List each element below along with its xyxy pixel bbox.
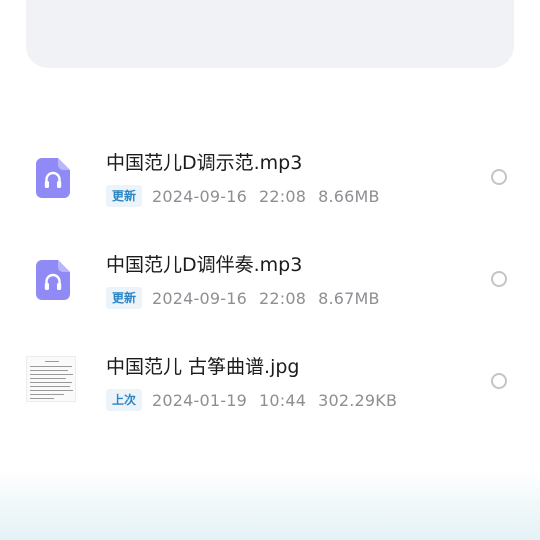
file-meta: 更新 2024-09-16 22:08 8.66MB: [106, 184, 392, 208]
status-badge: 上次: [106, 389, 143, 411]
select-radio[interactable]: [491, 169, 507, 185]
file-size: 8.66MB: [318, 186, 380, 206]
file-row[interactable]: 中国范儿 古筝曲谱.jpg 上次 2024-01-19 10:44 302.29…: [0, 344, 540, 446]
file-time: 22:08: [259, 288, 307, 308]
image-thumbnail: [26, 356, 76, 402]
select-radio[interactable]: [491, 373, 507, 389]
file-name: 中国范儿 古筝曲谱.jpg: [106, 356, 300, 378]
file-date: 2024-01-19: [152, 390, 247, 410]
file-list: 中国范儿D调示范.mp3 更新 2024-09-16 22:08 8.66MB …: [0, 140, 540, 446]
top-card: [26, 0, 514, 68]
bottom-fade: [0, 470, 540, 540]
status-badge: 更新: [106, 287, 143, 309]
file-row[interactable]: 中国范儿D调示范.mp3 更新 2024-09-16 22:08 8.66MB: [0, 140, 540, 242]
select-radio[interactable]: [491, 271, 507, 287]
file-row[interactable]: 中国范儿D调伴奏.mp3 更新 2024-09-16 22:08 8.67MB: [0, 242, 540, 344]
file-date: 2024-09-16: [152, 186, 247, 206]
headphones-file-icon: [36, 260, 70, 300]
file-name: 中国范儿D调示范.mp3: [106, 152, 303, 174]
file-meta: 更新 2024-09-16 22:08 8.67MB: [106, 286, 392, 310]
file-time: 10:44: [259, 390, 307, 410]
status-badge: 更新: [106, 185, 143, 207]
file-meta: 上次 2024-01-19 10:44 302.29KB: [106, 388, 409, 412]
headphones-file-icon: [36, 158, 70, 198]
file-time: 22:08: [259, 186, 307, 206]
file-date: 2024-09-16: [152, 288, 247, 308]
file-size: 8.67MB: [318, 288, 380, 308]
file-name: 中国范儿D调伴奏.mp3: [106, 254, 303, 276]
file-size: 302.29KB: [318, 390, 398, 410]
